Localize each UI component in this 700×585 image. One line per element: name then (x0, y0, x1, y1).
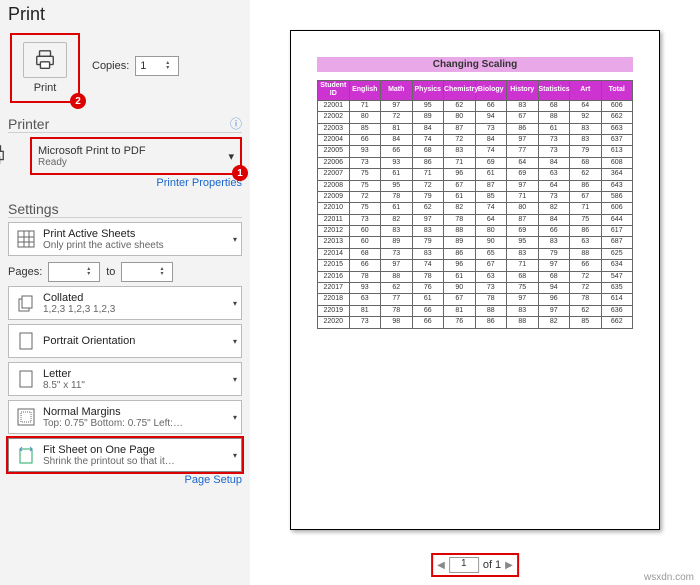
prev-page-button[interactable]: ◀ (437, 560, 445, 571)
printer-icon (23, 42, 67, 78)
table-row: 220117382977864878475644 (318, 214, 633, 225)
pages-label: Pages: (8, 266, 42, 278)
sheets-icon (15, 228, 37, 250)
table-row: 220097278796185717367586 (318, 191, 633, 202)
table-header: Statistics (538, 81, 570, 101)
printer-name: Microsoft Print to PDF (38, 145, 146, 157)
collation-select[interactable]: Collated1,2,3 1,2,3 1,2,3 ▾ (8, 286, 242, 320)
orientation-main: Portrait Orientation (43, 335, 135, 347)
pages-to-spinner[interactable]: ▴▾ (121, 262, 173, 282)
paper-icon (15, 368, 37, 390)
chevron-down-icon: ▾ (233, 413, 237, 422)
table-row: 220077561719661696362364 (318, 169, 633, 180)
printer-status: Ready (38, 157, 146, 168)
table-header: Student ID (318, 81, 350, 101)
margins-main: Normal Margins (43, 406, 183, 418)
margins-select[interactable]: Normal MarginsTop: 0.75" Bottom: 0.75" L… (8, 400, 242, 434)
page-of-label: of 1 (483, 559, 501, 571)
table-row: 220059366688374777379613 (318, 146, 633, 157)
page-navigator: ◀ 1 of 1 ▶ (431, 553, 519, 577)
margins-sub: Top: 0.75" Bottom: 0.75" Left:… (43, 418, 183, 429)
table-header: Physics (412, 81, 444, 101)
print-preview-page: Changing Scaling Student IDEnglishMathPh… (290, 30, 660, 530)
printer-select[interactable]: 1 Microsoft Print to PDF Ready ▾ (30, 137, 242, 175)
table-row: 220156697749667719766634 (318, 260, 633, 271)
copies-label: Copies: (92, 60, 129, 72)
table-header: History (507, 81, 539, 101)
spinner-arrows-icon[interactable]: ▴▾ (87, 263, 97, 281)
spinner-arrows-icon[interactable]: ▴▾ (166, 57, 176, 75)
chevron-down-icon: ▾ (228, 150, 234, 163)
chevron-down-icon: ▾ (233, 299, 237, 308)
pages-from-spinner[interactable]: ▴▾ (48, 262, 100, 282)
table-row: 220136089798990958363687 (318, 237, 633, 248)
paper-select[interactable]: Letter8.5" x 11" ▾ (8, 362, 242, 396)
fit-page-icon (15, 444, 37, 466)
collation-sub: 1,2,3 1,2,3 1,2,3 (43, 304, 115, 315)
print-what-select[interactable]: Print Active SheetsOnly print the active… (8, 222, 242, 256)
printer-status-icon (0, 144, 10, 168)
chevron-down-icon: ▾ (233, 235, 237, 244)
collated-icon (15, 292, 37, 314)
paper-main: Letter (43, 368, 85, 380)
page-setup-link[interactable]: Page Setup (8, 474, 242, 486)
page-number-input[interactable]: 1 (449, 557, 479, 573)
collation-main: Collated (43, 292, 115, 304)
chevron-down-icon: ▾ (233, 337, 237, 346)
scaling-sub: Shrink the printout so that it… (43, 456, 175, 467)
page-title: Print (8, 4, 242, 25)
table-row: 220017197956266836864606 (318, 100, 633, 111)
pages-to-label: to (106, 266, 115, 278)
table-row: 220146873838665837988625 (318, 248, 633, 259)
table-header: Art (570, 81, 602, 101)
annotation-badge-1: 1 (232, 165, 248, 181)
table-header: Total (601, 81, 633, 101)
table-row: 220087595726787976486643 (318, 180, 633, 191)
copies-value: 1 (140, 60, 146, 72)
printer-heading: Printer (8, 116, 49, 132)
table-row: 220028072898094678892662 (318, 112, 633, 123)
info-icon[interactable]: ⓘ (230, 115, 242, 132)
table-row: 220207398667686888285662 (318, 317, 633, 328)
print-what-sub: Only print the active sheets (43, 240, 164, 251)
scaling-main: Fit Sheet on One Page (43, 444, 175, 456)
table-row: 220067393867169648468608 (318, 157, 633, 168)
watermark: wsxdn.com (644, 572, 694, 583)
print-button[interactable]: 2 Print (10, 33, 80, 103)
orientation-select[interactable]: Portrait Orientation ▾ (8, 324, 242, 358)
table-header: Chemistry (444, 81, 476, 101)
margins-icon (15, 406, 37, 428)
chevron-down-icon: ▾ (233, 375, 237, 384)
table-row: 220179362769073759472635 (318, 283, 633, 294)
table-row: 220046684747284977383637 (318, 134, 633, 145)
next-page-button[interactable]: ▶ (505, 560, 513, 571)
table-row: 220126083838880696686617 (318, 226, 633, 237)
table-row: 220107561628274808271606 (318, 203, 633, 214)
chevron-down-icon: ▾ (233, 451, 237, 460)
table-header: Math (381, 81, 413, 101)
paper-sub: 8.5" x 11" (43, 380, 85, 391)
print-what-main: Print Active Sheets (43, 228, 164, 240)
table-row: 220198178668188839762636 (318, 305, 633, 316)
portrait-icon (15, 330, 37, 352)
scaling-select[interactable]: Fit Sheet on One PageShrink the printout… (8, 438, 242, 472)
printer-properties-link[interactable]: Printer Properties (8, 177, 242, 189)
preview-title: Changing Scaling (317, 57, 633, 72)
table-header: English (349, 81, 381, 101)
preview-data-table: Student IDEnglishMathPhysicsChemistryBio… (317, 80, 633, 329)
copies-spinner[interactable]: 1 ▴▾ (135, 56, 179, 76)
spinner-arrows-icon[interactable]: ▴▾ (160, 263, 170, 281)
table-row: 220167888786163686872547 (318, 271, 633, 282)
table-row: 220038581848773866183663 (318, 123, 633, 134)
table-row: 220186377616778979678614 (318, 294, 633, 305)
annotation-badge-2: 2 (70, 93, 86, 109)
settings-heading: Settings (8, 201, 59, 217)
print-button-label: Print (34, 82, 57, 94)
table-header: Biology (475, 81, 507, 101)
